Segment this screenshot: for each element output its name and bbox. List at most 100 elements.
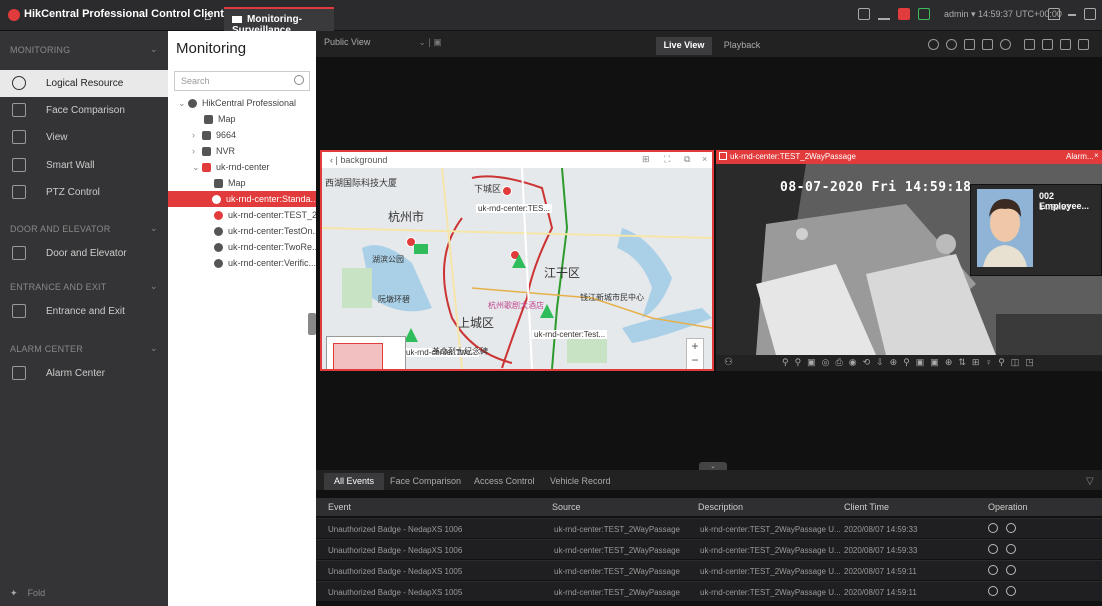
notification-icon[interactable] [898, 8, 910, 20]
tab-all-events[interactable]: All Events [324, 473, 385, 490]
window-icon[interactable] [982, 39, 993, 50]
section-door-and-elevator[interactable]: DOOR AND ELEVATOR ⌄ [10, 223, 158, 234]
column-header[interactable]: Operation [988, 502, 1028, 512]
fullscreen-icon[interactable] [1060, 39, 1071, 50]
event-cell: Unauthorized Badge - NedapXS 1006 [328, 546, 463, 555]
column-header[interactable]: Client Time [844, 502, 889, 512]
tree-node-camera[interactable]: uk-rnd-center:TwoRe... [214, 242, 320, 258]
view-selector[interactable]: Public View ⌄ | ▣ [324, 37, 442, 48]
zoom-in-icon[interactable]: + [687, 339, 703, 353]
zoom-out-icon[interactable]: − [687, 353, 703, 367]
grid-layout-icon[interactable] [1042, 39, 1053, 50]
health-monitor-icon[interactable] [918, 8, 930, 20]
panel-title: Monitoring [176, 40, 247, 57]
tree-node-9664[interactable]: › 9664 [192, 130, 236, 146]
alarm-bell-icon[interactable] [858, 8, 870, 20]
sidebar-item-label: Entrance and Exit [46, 306, 125, 317]
popout-icon[interactable]: ⧉ [684, 154, 690, 165]
alarm-label[interactable]: Alarm... [1066, 152, 1094, 161]
user-menu[interactable]: admin ▾ 14:59:37 UTC+00:00 [944, 9, 1062, 20]
grid-icon[interactable]: ⊞ [642, 154, 650, 165]
sidebar-item-ptz-control[interactable]: PTZ Control [0, 179, 168, 206]
tree-node-root[interactable]: ⌄ HikCentral Professional [178, 98, 296, 114]
camera-window[interactable]: uk-rnd-center:TEST_2WayPassage Alarm... … [716, 150, 1102, 371]
info-icon[interactable] [1006, 586, 1016, 596]
settings-icon[interactable] [1000, 39, 1011, 50]
collapse-panel-handle[interactable] [308, 313, 316, 335]
map-window[interactable]: ‹ | background ⊞ ⛶ ⧉ × 西湖国际科技大厦 下城区 杭州市 … [320, 150, 714, 371]
tree-node-camera[interactable]: uk-rnd-center:TEST_2... [214, 210, 325, 226]
map-device-label[interactable]: uk-rnd-center:Test... [532, 330, 608, 339]
tree-node-nvr[interactable]: › NVR [192, 146, 235, 162]
face-match-card[interactable]: 002 Employee... 14:59:33 [970, 184, 1102, 276]
person-icon[interactable]: ⚇ [724, 357, 733, 368]
play-icon[interactable] [988, 565, 998, 575]
record-icon[interactable] [946, 39, 957, 50]
info-icon[interactable] [1006, 565, 1016, 575]
info-icon[interactable] [1006, 544, 1016, 554]
live-view-button[interactable]: Live View [656, 37, 712, 55]
capture-icon[interactable] [928, 39, 939, 50]
tree-node-map[interactable]: Map [204, 114, 236, 130]
play-icon[interactable] [988, 544, 998, 554]
stop-all-icon[interactable] [1024, 39, 1035, 50]
save-view-icon[interactable] [964, 39, 975, 50]
table-row[interactable]: Unauthorized Badge - NedapXS 1005 uk-rnd… [316, 581, 1102, 601]
table-row[interactable]: Unauthorized Badge - NedapXS 1006 uk-rnd… [316, 539, 1102, 559]
tree-node-camera[interactable]: uk-rnd-center:Verific... [214, 258, 316, 274]
fold-button[interactable]: ✦ Fold [10, 588, 45, 599]
minimize-icon[interactable] [1068, 14, 1076, 16]
sidebar-item-alarm-center[interactable]: Alarm Center [0, 360, 168, 387]
tab-vehicle-record[interactable]: Vehicle Record [550, 473, 611, 490]
close-icon[interactable]: × [1094, 151, 1099, 160]
tree-node-camera[interactable]: uk-rnd-center:TestOn... [214, 226, 320, 242]
playback-controls-icons[interactable]: ⚲⚲▣◎⎙◉⟲⇩⊕⚲▣▣⊕⇅⊞♀⚲◫◳ [782, 357, 1040, 368]
tab-face-comparison[interactable]: Face Comparison [390, 473, 461, 490]
fullscreen-icon[interactable]: ⛶ [664, 154, 670, 165]
filter-icon[interactable]: ▽ [1086, 476, 1094, 487]
map-device-label[interactable]: uk-rnd-center:TES... [476, 204, 553, 213]
playback-button[interactable]: Playback [714, 37, 770, 55]
restore-icon[interactable] [1084, 8, 1096, 20]
tab-monitoring-surveillance[interactable]: Monitoring-Surveillance [224, 7, 334, 36]
download-icon[interactable] [878, 8, 890, 20]
lock-icon[interactable] [1048, 8, 1060, 20]
section-alarm-center[interactable]: ALARM CENTER ⌄ [10, 343, 158, 354]
map-alarm-marker[interactable] [502, 186, 512, 196]
alarm-icon [12, 366, 26, 380]
section-entrance-and-exit[interactable]: ENTRANCE AND EXIT ⌄ [10, 281, 158, 292]
tree-node-uk-rnd-center[interactable]: ⌄ uk-rnd-center [192, 162, 270, 178]
tree-node-camera-selected[interactable]: uk-rnd-center:Standa... [168, 191, 318, 207]
time-cell: 2020/08/07 14:59:33 [844, 525, 918, 534]
map-canvas[interactable]: 西湖国际科技大厦 下城区 杭州市 uk-rnd-center:TES... 湖滨… [322, 168, 712, 369]
tab-access-control[interactable]: Access Control [474, 473, 535, 490]
map-overview[interactable] [326, 336, 406, 369]
sidebar-item-smart-wall[interactable]: Smart Wall [0, 152, 168, 179]
sidebar-item-face-comparison[interactable]: Face Comparison [0, 97, 168, 124]
column-header[interactable]: Event [328, 502, 351, 512]
map-camera-icon[interactable] [414, 244, 428, 254]
sidebar-item-view[interactable]: View [0, 124, 168, 151]
camera-video-feed[interactable]: 08-07-2020 Fri 14:59:18 002 Employee... … [716, 164, 1102, 355]
sidebar-item-logical-resource[interactable]: Logical Resource [0, 70, 168, 97]
info-icon[interactable] [1006, 523, 1016, 533]
home-icon[interactable]: ⌂ [204, 9, 211, 23]
close-icon[interactable]: × [702, 154, 707, 164]
table-row[interactable]: Unauthorized Badge - NedapXS 1005 uk-rnd… [316, 560, 1102, 580]
split-screen-icon[interactable] [1078, 39, 1089, 50]
search-input[interactable]: Search [174, 71, 310, 91]
description-cell: uk-rnd-center:TEST_2WayPassage U... [700, 525, 841, 534]
play-icon[interactable] [988, 586, 998, 596]
table-row[interactable]: Unauthorized Badge - NedapXS 1006 uk-rnd… [316, 518, 1102, 538]
play-icon[interactable] [988, 523, 998, 533]
map-label: 阮墩环碧 [378, 295, 410, 304]
chevron-down-icon: ⌄ [150, 343, 158, 353]
column-header[interactable]: Source [552, 502, 581, 512]
section-monitoring[interactable]: MONITORING ⌄ [10, 44, 158, 55]
search-icon[interactable] [294, 75, 304, 85]
sidebar-item-door-and-elevator[interactable]: Door and Elevator [0, 240, 168, 267]
back-icon[interactable]: ‹ [330, 155, 333, 165]
map-zoom-control[interactable]: + − [686, 338, 704, 369]
column-header[interactable]: Description [698, 502, 743, 512]
sidebar-item-entrance-and-exit[interactable]: Entrance and Exit [0, 298, 168, 325]
